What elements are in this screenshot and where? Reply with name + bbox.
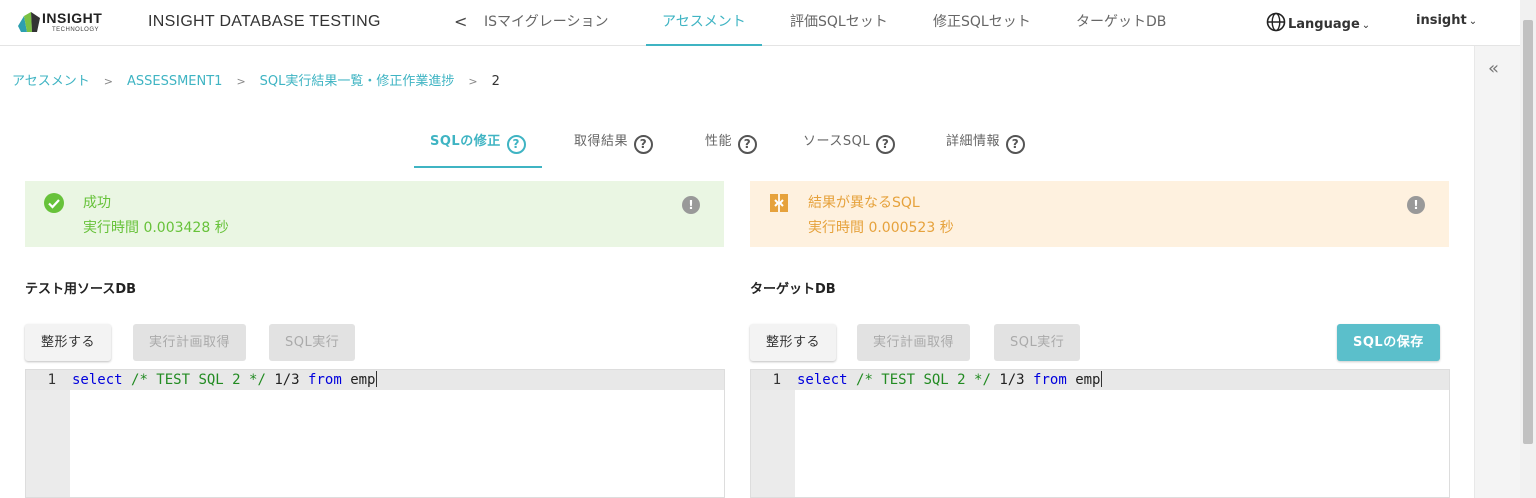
sql-table: emp (1075, 372, 1101, 388)
sql-keyword: select (797, 372, 848, 388)
text-cursor (1100, 371, 1102, 387)
info-icon[interactable]: ! (682, 196, 700, 214)
vertical-scrollbar[interactable] (1520, 0, 1536, 498)
success-check-icon (44, 193, 64, 213)
logo-text: INSIGHT (42, 10, 103, 26)
tab-label: 性能 (705, 134, 733, 149)
breadcrumb-assessment1[interactable]: ASSESSMENT1 (127, 74, 222, 89)
help-icon[interactable]: ? (634, 135, 654, 154)
breadcrumb-sql-result-list[interactable]: SQL実行結果一覧・修正作業進捗 (260, 74, 455, 89)
tab-details[interactable]: 詳細情報? (946, 130, 1026, 168)
collapse-panel-icon[interactable]: « (1488, 58, 1499, 79)
sql-code-line[interactable]: select /* TEST SQL 2 */ 1/3 from emp (797, 371, 1102, 388)
tab-performance[interactable]: 性能? (705, 130, 758, 168)
source-run-sql-button[interactable]: SQL実行 (269, 324, 356, 361)
tab-sql-fix[interactable]: SQLの修正? (414, 130, 542, 168)
globe-icon (1266, 12, 1286, 32)
target-status-card: 結果が異なるSQL 実行時間 0.000523 秒 ! (750, 181, 1449, 247)
info-icon[interactable]: ! (1407, 196, 1425, 214)
tab-label: 詳細情報 (946, 134, 1001, 149)
source-db-title: テスト用ソースDB (25, 282, 137, 297)
help-icon[interactable]: ? (738, 135, 758, 154)
line-number: 1 (47, 372, 56, 388)
user-menu[interactable]: insight ⌄ (1416, 13, 1477, 28)
breadcrumb-assessment[interactable]: アセスメント (12, 74, 90, 89)
target-get-plan-button[interactable]: 実行計画取得 (857, 324, 971, 361)
source-exec-time: 実行時間 0.003428 秒 (83, 220, 229, 236)
breadcrumb-current: 2 (491, 74, 500, 89)
nav-item-eval-sql-set[interactable]: 評価SQLセット (790, 0, 888, 46)
scrollbar-thumb[interactable] (1523, 20, 1533, 444)
tab-label: 取得結果 (574, 134, 629, 149)
breadcrumb-separator-icon: > (236, 75, 246, 88)
nav-item-is-migration[interactable]: ISマイグレーション (484, 0, 608, 46)
sql-keyword: select (72, 372, 123, 388)
nav-item-fix-sql-set[interactable]: 修正SQLセット (933, 0, 1031, 46)
source-status-card: 成功 実行時間 0.003428 秒 ! (25, 181, 724, 247)
line-number: 1 (772, 372, 781, 388)
help-icon[interactable]: ? (1006, 135, 1026, 154)
sql-keyword: from (308, 372, 342, 388)
side-panel (1474, 46, 1520, 498)
source-status-title: 成功 (83, 195, 111, 211)
chevron-down-icon: ⌄ (1361, 20, 1371, 31)
tab-label: SQLの修正 (430, 134, 501, 149)
target-db-title: ターゲットDB (750, 282, 836, 297)
diff-result-icon (770, 194, 788, 212)
sql-expression: 1/3 (999, 372, 1025, 388)
save-sql-button[interactable]: SQLの保存 (1337, 324, 1440, 361)
breadcrumb: アセスメント > ASSESSMENT1 > SQL実行結果一覧・修正作業進捗 >2 (12, 70, 500, 89)
help-icon[interactable]: ? (876, 135, 896, 154)
tab-fetch-result[interactable]: 取得結果? (574, 130, 654, 168)
source-sql-editor[interactable]: 1 select /* TEST SQL 2 */ 1/3 from emp (25, 369, 725, 498)
nav-item-assessment[interactable]: アセスメント (646, 0, 762, 46)
sql-code-line[interactable]: select /* TEST SQL 2 */ 1/3 from emp (72, 371, 377, 388)
target-sql-editor[interactable]: 1 select /* TEST SQL 2 */ 1/3 from emp (750, 369, 1450, 498)
sql-comment: /* TEST SQL 2 */ (856, 372, 991, 388)
insight-logo[interactable]: INSIGHT TECHNOLOGY (18, 10, 130, 35)
insight-logo-mark-icon (18, 12, 40, 32)
tab-label: ソースSQL (803, 134, 871, 149)
target-exec-time: 実行時間 0.000523 秒 (808, 220, 954, 236)
user-label: insight (1416, 13, 1467, 28)
chevron-down-icon: ⌄ (1468, 16, 1478, 27)
target-status-title: 結果が異なるSQL (808, 195, 920, 211)
top-nav: INSIGHT TECHNOLOGY INSIGHT DATABASE TEST… (0, 0, 1520, 46)
language-menu[interactable]: Language ⌄ (1266, 12, 1370, 32)
breadcrumb-separator-icon: > (103, 75, 113, 88)
target-format-button[interactable]: 整形する (750, 324, 837, 361)
source-format-button[interactable]: 整形する (25, 324, 112, 361)
sql-comment: /* TEST SQL 2 */ (131, 372, 266, 388)
nav-back-icon[interactable]: < (454, 12, 467, 31)
nav-item-target-db[interactable]: ターゲットDB (1076, 0, 1166, 46)
app-title: INSIGHT DATABASE TESTING (148, 13, 381, 30)
breadcrumb-separator-icon: > (468, 75, 478, 88)
sql-expression: 1/3 (274, 372, 300, 388)
text-cursor (375, 371, 377, 387)
tab-source-sql[interactable]: ソースSQL? (803, 130, 896, 168)
sql-keyword: from (1033, 372, 1067, 388)
language-label: Language (1288, 17, 1360, 32)
source-get-plan-button[interactable]: 実行計画取得 (133, 324, 247, 361)
logo-subtext: TECHNOLOGY (52, 27, 100, 33)
sql-table: emp (350, 372, 376, 388)
help-icon[interactable]: ? (506, 135, 526, 154)
target-run-sql-button[interactable]: SQL実行 (994, 324, 1081, 361)
